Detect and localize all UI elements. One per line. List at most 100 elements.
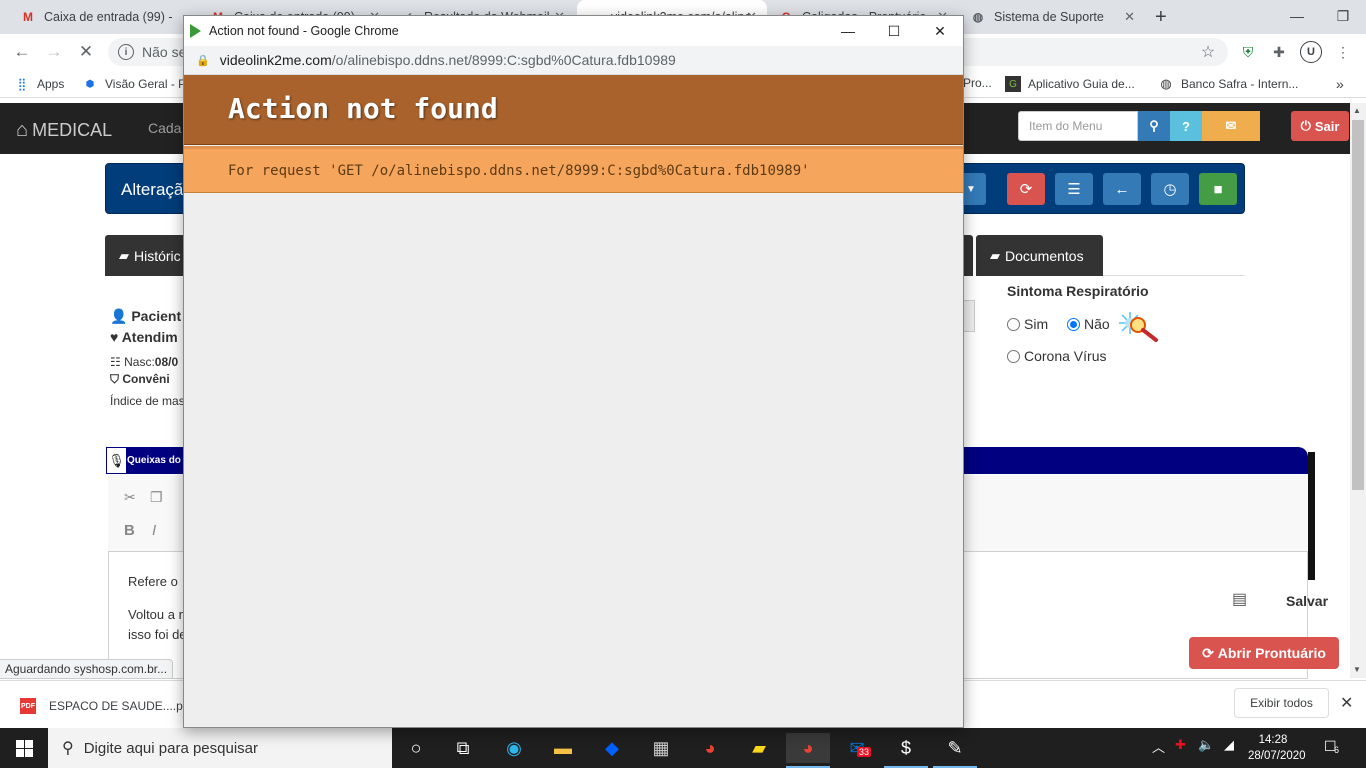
chrome-icon[interactable]: ◕ xyxy=(688,733,732,763)
tab-suporte[interactable]: ◍ Sistema de Suporte ✕ xyxy=(960,0,1145,34)
document-icon[interactable]: ▤ xyxy=(1232,589,1247,609)
radio-sim[interactable]: Sim xyxy=(1007,316,1048,332)
windows-logo-icon xyxy=(15,739,33,757)
edge-icon[interactable]: ◉ xyxy=(492,733,536,763)
globe-icon: ◍ xyxy=(972,10,984,24)
scroll-thumb[interactable] xyxy=(1352,120,1364,490)
heart-icon: ♥ xyxy=(110,329,119,345)
sticky-notes-icon[interactable]: ▰ xyxy=(737,733,781,763)
home-icon: ⌂ xyxy=(16,119,29,141)
bookmark-apps[interactable]: ⣿ Apps xyxy=(14,76,65,92)
copy-icon[interactable]: ❐ xyxy=(150,489,163,506)
tray-chevron-icon[interactable]: ︿ xyxy=(1152,737,1165,756)
popup-url-bar[interactable]: 🔒 videolink2me.com/o/alinebispo.ddns.net… xyxy=(184,46,963,75)
radio-corona[interactable]: Corona Vírus xyxy=(1007,348,1106,364)
puzzle-extension-icon[interactable]: ✚ xyxy=(1268,41,1290,63)
editor-line-2: Voltou a n xyxy=(128,607,186,622)
minimize-button[interactable]: — xyxy=(1274,0,1320,32)
pdf-icon: PDF xyxy=(20,698,36,714)
mail-icon[interactable]: ✉ xyxy=(1202,111,1260,141)
nav-cadastros[interactable]: Cada xyxy=(148,120,181,136)
bookmark-safra[interactable]: ◍ Banco Safra - Intern... xyxy=(1158,76,1298,92)
radio-sim-input[interactable] xyxy=(1007,317,1020,331)
tabs-underline xyxy=(1103,275,1245,276)
radio-corona-input[interactable] xyxy=(1007,349,1020,363)
menu-kebab-icon[interactable]: ⋮ xyxy=(1332,41,1354,63)
taskbar-clock[interactable]: 14:28 28/07/2020 xyxy=(1248,732,1306,764)
convenio-label: ⛉ Convêni xyxy=(110,372,170,386)
popup-close-button[interactable]: ✕ xyxy=(918,18,962,44)
partial-input[interactable] xyxy=(963,300,975,332)
info-icon[interactable]: i xyxy=(118,44,134,60)
bookmark-star-icon[interactable]: ☆ xyxy=(1197,41,1219,63)
help-icon[interactable]: ? xyxy=(1170,111,1202,141)
search-icon: ⚲ xyxy=(62,740,74,757)
back-button[interactable]: ← xyxy=(10,40,34,64)
paciente-label: 👤 Pacient xyxy=(110,308,182,324)
download-item[interactable]: PDF ESPACO DE SAUDE....pdf xyxy=(20,698,193,714)
popup-minimize-button[interactable]: — xyxy=(826,18,870,44)
queixas-label: Queixas do xyxy=(127,455,181,466)
volume-icon[interactable]: 🔈 xyxy=(1198,737,1214,753)
radio-nao[interactable]: Não xyxy=(1067,316,1110,332)
tab-historico[interactable]: ▰ Históric xyxy=(105,235,195,276)
cut-icon[interactable]: ✂ xyxy=(124,489,136,506)
app-syringe-icon[interactable]: ✎ xyxy=(933,733,977,763)
outlook-icon[interactable]: ✉33 xyxy=(835,733,879,763)
bookmark-pro[interactable]: Pro... xyxy=(963,76,992,90)
refresh-icon: ⟳ xyxy=(1202,644,1214,661)
list-icon: ☷ xyxy=(110,355,121,369)
network-icon[interactable]: ◢ xyxy=(1224,737,1234,753)
app-dollar-icon[interactable]: $ xyxy=(884,733,928,763)
back-arrow-icon[interactable]: ← xyxy=(1103,173,1141,205)
dropbox-icon[interactable]: ◆ xyxy=(590,733,634,763)
profile-avatar[interactable]: U xyxy=(1300,41,1322,63)
atendimento-label: ♥ Atendim xyxy=(110,329,178,345)
refresh-icon[interactable]: ⟳ xyxy=(1007,173,1045,205)
video-icon[interactable]: ■ xyxy=(1199,173,1237,205)
close-icon[interactable]: ✕ xyxy=(1124,9,1135,25)
bookmarks-overflow-icon[interactable]: » xyxy=(1336,76,1344,92)
task-view-icon[interactable]: ⧉ xyxy=(441,733,485,763)
scroll-up-icon[interactable]: ▲ xyxy=(1353,106,1361,115)
apps-grid-icon: ⣿ xyxy=(17,77,27,91)
tags-icon: ⛉ xyxy=(110,372,120,386)
tab-documentos[interactable]: ▰ Documentos xyxy=(976,235,1103,276)
microphone-icon[interactable]: 🎙 xyxy=(107,448,126,473)
user-icon: 👤 xyxy=(110,308,128,324)
tab-gmail-1[interactable]: M Caixa de entrada (99) - xyxy=(10,0,200,34)
close-download-shelf-icon[interactable]: ✕ xyxy=(1340,693,1353,713)
logout-button[interactable]: ⏻ Sair xyxy=(1291,111,1349,141)
italic-icon[interactable]: I xyxy=(152,522,156,539)
calculator-icon[interactable]: ▦ xyxy=(639,733,683,763)
chrome-profile-icon[interactable]: ◕ xyxy=(786,733,830,763)
notification-center-icon[interactable]: ☐ 6 xyxy=(1324,738,1344,758)
popup-maximize-button[interactable]: ☐ xyxy=(872,18,916,44)
abrir-prontuario-button[interactable]: ⟳ Abrir Prontuário xyxy=(1189,637,1339,669)
shield-extension-icon[interactable]: ⛨ xyxy=(1237,41,1259,63)
menu-search-input[interactable]: Item do Menu xyxy=(1018,111,1138,141)
nascimento-label: ☷ Nasc:08/0 xyxy=(110,355,179,369)
file-explorer-icon[interactable]: ▬ xyxy=(541,733,585,763)
brand-link[interactable]: ⌂ MEDICAL xyxy=(16,119,112,142)
bookmark-visao-geral[interactable]: ⬢ Visão Geral - P... xyxy=(82,76,195,92)
restore-button[interactable]: ❐ xyxy=(1320,0,1366,32)
list-icon[interactable]: ☰ xyxy=(1055,173,1093,205)
tray-antivirus-icon[interactable]: ✚ xyxy=(1175,737,1186,753)
taskbar-search-input[interactable]: ⚲ Digite aqui para pesquisar xyxy=(48,728,392,768)
scroll-down-icon[interactable]: ▼ xyxy=(1353,665,1361,674)
search-icon[interactable]: ⚲ xyxy=(1138,111,1170,141)
clock-icon[interactable]: ◷ xyxy=(1151,173,1189,205)
stop-button[interactable]: ✕ xyxy=(74,40,98,64)
cortana-icon[interactable]: ○ xyxy=(394,733,438,763)
bookmark-guia[interactable]: G Aplicativo Guia de... xyxy=(1005,76,1135,92)
new-tab-button[interactable]: + xyxy=(1155,6,1167,29)
start-button[interactable] xyxy=(0,728,48,768)
popup-window-title: Action not found - Google Chrome xyxy=(209,24,399,38)
show-all-downloads-button[interactable]: Exibir todos xyxy=(1234,688,1329,718)
bold-icon[interactable]: B xyxy=(124,522,135,539)
forward-button[interactable]: → xyxy=(42,40,66,64)
salvar-button[interactable]: Salvar xyxy=(1286,593,1328,609)
radio-nao-input[interactable] xyxy=(1067,317,1080,331)
error-title: Action not found xyxy=(228,92,498,125)
